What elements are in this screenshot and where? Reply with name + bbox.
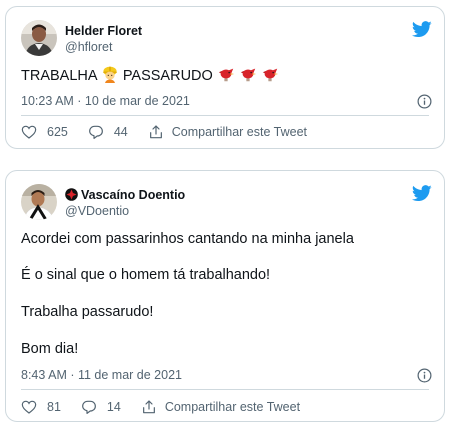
tweet-text-part: TRABALHA	[21, 68, 97, 84]
tweet-actions: 81 14 Compartilhar este Tweet	[21, 399, 320, 415]
tweet-card[interactable]: Vascaíno Doentio @VDoentio Acordei com p…	[5, 170, 445, 422]
author-name[interactable]: Helder Floret	[65, 24, 142, 38]
comment-icon	[81, 400, 96, 414]
tweet-timestamp[interactable]: 10:23 AM · 10 de mar de 2021	[21, 94, 190, 108]
divider	[21, 115, 429, 116]
vasco-cross-icon	[65, 188, 78, 204]
reply-button[interactable]: 14	[81, 399, 121, 415]
share-icon	[149, 125, 162, 139]
red-bird-icon	[239, 65, 257, 87]
twitter-logo-icon[interactable]	[412, 185, 432, 202]
share-icon	[142, 400, 155, 414]
author-name[interactable]: Vascaíno Doentio	[65, 188, 185, 204]
red-bird-icon	[261, 65, 279, 87]
author-name-text: Vascaíno Doentio	[81, 188, 186, 202]
info-icon[interactable]	[417, 94, 432, 109]
reply-count: 14	[106, 400, 121, 414]
like-button[interactable]: 625	[21, 124, 68, 140]
share-button[interactable]: Compartilhar este Tweet	[148, 124, 307, 140]
tweet-text: TRABALHA PASSARUDO	[21, 65, 279, 87]
author-handle[interactable]: @VDoentio	[65, 204, 129, 218]
like-count: 81	[47, 400, 61, 414]
comment-icon	[88, 125, 103, 139]
like-button[interactable]: 81	[21, 399, 61, 415]
heart-icon	[21, 125, 37, 139]
share-label: Compartilhar este Tweet	[164, 400, 301, 414]
heart-icon	[21, 400, 37, 414]
tweet-timestamp[interactable]: 8:43 AM · 11 de mar de 2021	[21, 368, 182, 382]
avatar[interactable]	[21, 20, 57, 56]
tweet-text-line: Trabalha passarudo!	[21, 304, 154, 320]
tweet-text-line: É o sinal que o homem tá trabalhando!	[21, 267, 271, 283]
tweet-actions: 625 44 Compartilhar este Tweet	[21, 124, 327, 140]
info-icon[interactable]	[417, 368, 432, 383]
tweet-text-part: PASSARUDO	[122, 68, 213, 84]
reply-count: 44	[113, 125, 128, 139]
share-button[interactable]: Compartilhar este Tweet	[141, 399, 300, 415]
tweet-text-line: Bom dia!	[21, 341, 79, 357]
share-label: Compartilhar este Tweet	[171, 125, 308, 139]
like-count: 625	[47, 125, 68, 139]
reply-button[interactable]: 44	[88, 124, 128, 140]
avatar[interactable]	[21, 184, 57, 220]
red-bird-icon	[217, 65, 235, 87]
construction-worker-icon	[101, 65, 119, 87]
divider	[21, 389, 429, 390]
tweet-text-line: Acordei com passarinhos cantando na minh…	[21, 231, 354, 247]
twitter-logo-icon[interactable]	[412, 21, 432, 38]
tweet-card[interactable]: Helder Floret @hfloret TRABALHA PASSARUD…	[5, 6, 445, 149]
author-handle[interactable]: @hfloret	[65, 40, 112, 54]
